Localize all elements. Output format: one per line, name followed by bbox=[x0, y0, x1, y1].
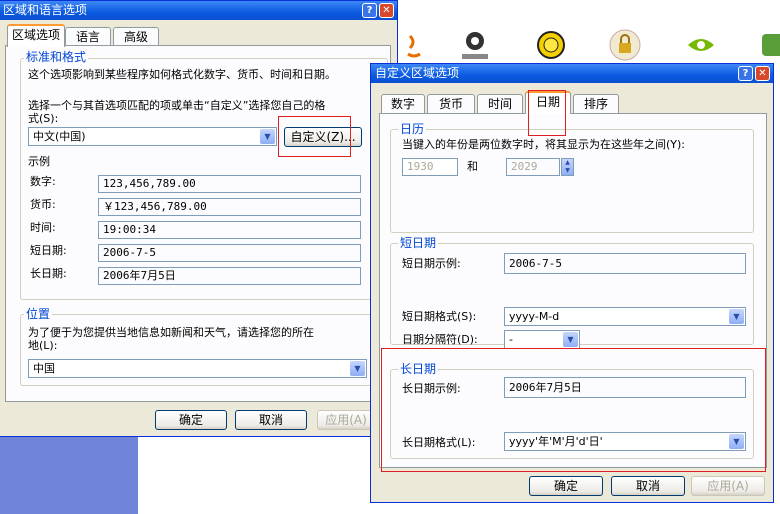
short-date-sample-label: 短日期示例: bbox=[402, 257, 461, 270]
location-dropdown[interactable]: 中国 ▼ bbox=[28, 359, 367, 378]
date-separator-dropdown[interactable]: - ▼ bbox=[504, 330, 580, 349]
location-title: 位置 bbox=[24, 307, 53, 321]
calendar-description: 当键入的年份是两位数字时，将其显示为在这些年之间(Y): bbox=[402, 138, 686, 151]
chevron-down-icon[interactable]: ▼ bbox=[563, 332, 578, 347]
tab-languages[interactable]: 语言 bbox=[65, 27, 111, 47]
sample-short-date-label: 短日期: bbox=[30, 244, 67, 257]
green-app-icon bbox=[762, 34, 780, 56]
standards-instruction-1: 选择一个与其首选项匹配的项或单击“自定义”选择您自己的格 bbox=[28, 99, 326, 112]
calendar-title: 日历 bbox=[398, 122, 427, 136]
locale-selected: 中文(中国) bbox=[33, 130, 86, 143]
java-icon bbox=[407, 34, 421, 58]
location-description-2: 地(L): bbox=[28, 339, 58, 352]
sample-long-date-value: 2006年7月5日 bbox=[98, 267, 361, 285]
left-cancel-button[interactable]: 取消 bbox=[235, 410, 307, 430]
close-icon[interactable]: ✕ bbox=[379, 3, 394, 18]
location-selected: 中国 bbox=[33, 362, 55, 375]
help-icon[interactable]: ? bbox=[362, 3, 377, 18]
left-window-title: 区域和语言选项 bbox=[3, 3, 88, 17]
regional-options-panel: 标准和格式 这个选项影响到某些程序如何格式化数字、货币、时间和日期。 选择一个与… bbox=[5, 45, 391, 402]
tab-regional-options[interactable]: 区域选项 bbox=[7, 24, 65, 47]
sample-short-date-value: 2006-7-5 bbox=[98, 244, 361, 262]
left-ok-button[interactable]: 确定 bbox=[155, 410, 227, 430]
desktop-background bbox=[0, 437, 138, 514]
short-date-format-dropdown[interactable]: yyyy-M-d ▼ bbox=[504, 307, 746, 326]
right-window-title: 自定义区域选项 bbox=[375, 66, 460, 80]
right-cancel-button[interactable]: 取消 bbox=[611, 476, 685, 496]
sun-icon bbox=[537, 31, 565, 59]
tab-numbers[interactable]: 数字 bbox=[381, 94, 425, 114]
region-language-options-window: 区域和语言选项 ? ✕ 区域选项 语言 高级 标准和格式 这个选项影响到某些程序… bbox=[0, 0, 398, 437]
sample-number-value: 123,456,789.00 bbox=[98, 175, 361, 193]
logitech-icon bbox=[462, 32, 488, 59]
year-to-input[interactable]: 2029 bbox=[506, 158, 560, 176]
nvidia-icon bbox=[688, 39, 714, 51]
short-date-format-label: 短日期格式(S): bbox=[402, 310, 477, 323]
left-apply-button[interactable]: 应用(A) bbox=[317, 410, 375, 430]
date-tab-highlight-box bbox=[528, 90, 566, 136]
right-apply-button[interactable]: 应用(A) bbox=[691, 476, 765, 496]
standards-description: 这个选项影响到某些程序如何格式化数字、货币、时间和日期。 bbox=[28, 68, 336, 81]
tab-currency[interactable]: 货币 bbox=[427, 94, 475, 114]
standards-formats-title: 标准和格式 bbox=[24, 50, 89, 64]
tab-time[interactable]: 时间 bbox=[477, 94, 523, 114]
tab-advanced[interactable]: 高级 bbox=[113, 27, 159, 47]
right-ok-button[interactable]: 确定 bbox=[529, 476, 603, 496]
customize-regional-options-window: 自定义区域选项 ? ✕ 数字 货币 时间 日期 排序 日历 当键入的年份是两位数… bbox=[370, 63, 774, 503]
tab-sorting[interactable]: 排序 bbox=[573, 94, 619, 114]
sample-long-date-label: 长日期: bbox=[30, 267, 67, 280]
and-label: 和 bbox=[467, 160, 478, 173]
sample-currency-label: 货币: bbox=[30, 198, 56, 211]
date-separator-label: 日期分隔符(D): bbox=[402, 333, 478, 346]
long-date-highlight-box bbox=[381, 348, 766, 472]
year-from-field: 1930 bbox=[402, 158, 458, 176]
location-description-1: 为了便于为您提供当地信息如新闻和天气，请选择您的所在 bbox=[28, 326, 314, 339]
right-window-titlebar: 自定义区域选项 bbox=[371, 64, 773, 83]
background-app-icons bbox=[396, 22, 780, 66]
help-icon[interactable]: ? bbox=[738, 66, 753, 81]
sample-number-label: 数字: bbox=[30, 175, 56, 188]
chevron-down-icon[interactable]: ▼ bbox=[260, 129, 275, 144]
samples-title: 示例 bbox=[28, 155, 50, 168]
sample-currency-value: ￥123,456,789.00 bbox=[98, 198, 361, 216]
chevron-down-icon[interactable]: ▼ bbox=[729, 309, 744, 324]
chevron-down-icon[interactable]: ▼ bbox=[350, 361, 365, 376]
date-separator-value: - bbox=[509, 333, 513, 346]
left-window-titlebar: 区域和语言选项 bbox=[0, 1, 397, 20]
chevron-up-icon[interactable]: ▲ bbox=[562, 159, 573, 167]
sample-time-label: 时间: bbox=[30, 221, 56, 234]
year-spinner[interactable]: ▲ ▼ bbox=[561, 158, 574, 176]
lock-icon bbox=[609, 29, 641, 61]
short-date-format-value: yyyy-M-d bbox=[509, 310, 560, 323]
sample-time-value: 19:00:34 bbox=[98, 221, 361, 239]
locale-dropdown[interactable]: 中文(中国) ▼ bbox=[28, 127, 277, 146]
standards-instruction-2: 式(S): bbox=[28, 112, 59, 125]
close-icon[interactable]: ✕ bbox=[755, 66, 770, 81]
short-date-sample-value: 2006-7-5 bbox=[504, 253, 746, 274]
chevron-down-icon[interactable]: ▼ bbox=[562, 167, 573, 175]
customize-highlight-box bbox=[278, 116, 351, 157]
short-date-title: 短日期 bbox=[398, 236, 439, 250]
